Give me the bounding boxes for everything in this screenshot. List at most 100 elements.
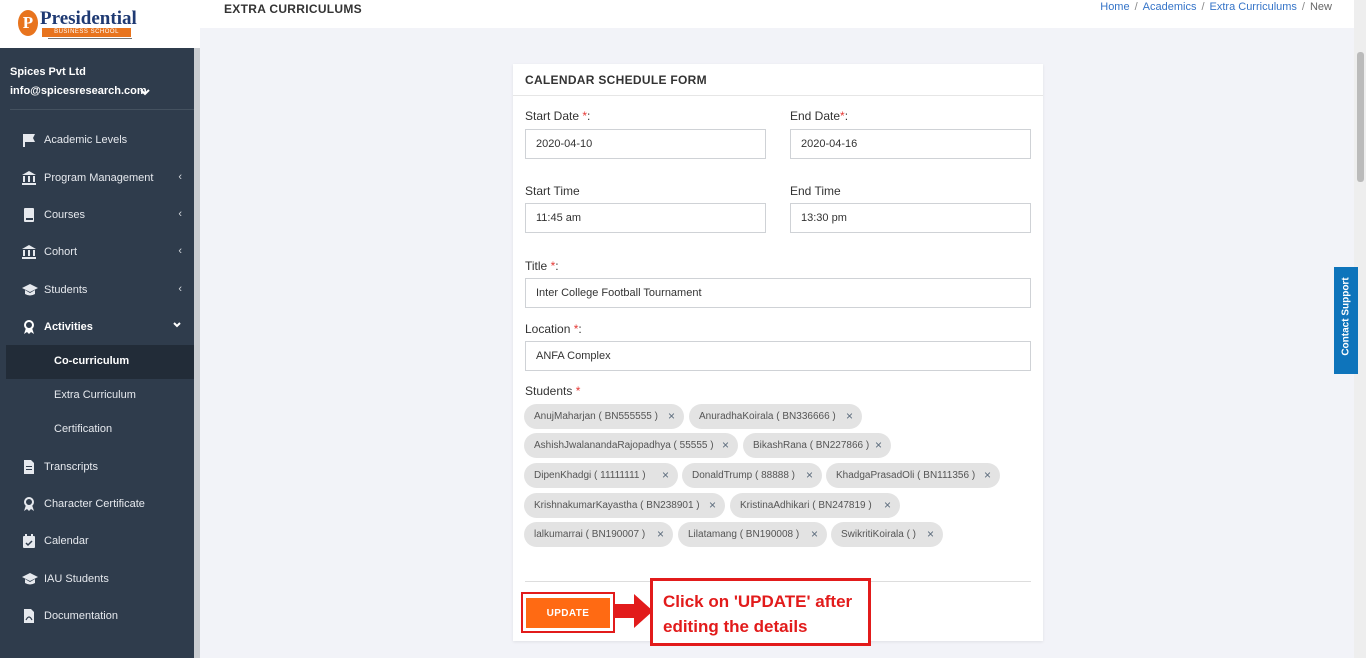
sidebar-subitem-certification[interactable]: Certification (6, 413, 194, 447)
student-tag-label: AnujMaharjan ( BN555555 ) (534, 411, 658, 422)
sidebar-item-iau-students[interactable]: IAU Students (6, 563, 194, 597)
sidebar-item-label: Activities (44, 321, 93, 333)
label-colon: : (587, 109, 591, 123)
award-icon (22, 497, 36, 511)
student-tag: KrishnakumarKayastha ( BN238901 ) × (524, 493, 725, 518)
chevron-left-icon: ‹ (178, 171, 182, 183)
students-label: Students * (525, 384, 580, 398)
chevron-left-icon: ‹ (178, 245, 182, 257)
sidebar-item-students[interactable]: Students ‹ (6, 274, 194, 308)
student-tag-label: AshishJwalanandaRajopadhya ( 55555 ) (534, 440, 714, 451)
breadcrumb-current: New (1309, 1, 1332, 13)
end-time-field[interactable] (790, 203, 1031, 233)
remove-tag-icon[interactable]: × (709, 493, 716, 518)
student-tag-label: SwikritiKoirala ( ) (841, 529, 917, 540)
logo-tagline (48, 38, 132, 43)
student-tag: Lilatamang ( BN190008 ) × (678, 522, 827, 547)
breadcrumb-extra-curriculums[interactable]: Extra Curriculums (1210, 1, 1297, 13)
student-tag: lalkumarrai ( BN190007 ) × (524, 522, 673, 547)
scrollbar-thumb[interactable] (1357, 52, 1364, 182)
sidebar-subitem-co-curriculum[interactable]: Co-curriculum (6, 345, 194, 379)
location-field[interactable] (525, 341, 1031, 371)
sidebar-item-cohort[interactable]: Cohort ‹ (6, 236, 194, 270)
remove-tag-icon[interactable]: × (846, 404, 853, 429)
sidebar-item-label: Transcripts (44, 461, 98, 473)
student-tag: BikashRana ( BN227866 ) × (743, 433, 891, 458)
student-tag-label: KrishnakumarKayastha ( BN238901 ) (534, 500, 700, 511)
start-time-field[interactable] (525, 203, 766, 233)
breadcrumb-academics[interactable]: Academics (1143, 1, 1197, 13)
sidebar-item-program-management[interactable]: Program Management ‹ (6, 162, 194, 196)
student-tag: AnujMaharjan ( BN555555 ) × (524, 404, 684, 429)
breadcrumb-separator: / (1134, 1, 1138, 13)
chevron-down-icon (172, 320, 182, 333)
student-tag: SwikritiKoirala ( ) × (831, 522, 943, 547)
page-header: EXTRA CURRICULUMS Home / Academics / Extra C… (200, 0, 1354, 28)
location-label-text: Location (525, 322, 574, 336)
sidebar-item-label: Courses (44, 209, 85, 221)
flag-icon (22, 133, 36, 147)
sidebar-subitem-label: Co-curriculum (54, 355, 130, 367)
annotation-text: Click on 'UPDATE' after editing the deta… (663, 592, 853, 636)
logo-subtitle: BUSINESS SCHOOL (42, 28, 131, 37)
sidebar-item-label: Students (44, 284, 88, 296)
institution-icon (22, 245, 36, 259)
start-date-label-text: Start Date (525, 109, 583, 123)
remove-tag-icon[interactable]: × (806, 463, 813, 488)
remove-tag-icon[interactable]: × (657, 522, 664, 547)
sidebar-subitem-extra-curriculum[interactable]: Extra Curriculum (6, 379, 194, 413)
title-field[interactable] (525, 278, 1031, 308)
sidebar-item-academic-levels[interactable]: Academic Levels (6, 124, 194, 158)
student-tag-label: AnuradhaKoirala ( BN336666 ) (699, 411, 836, 422)
calendar-check-icon (22, 534, 36, 548)
sidebar-item-calendar[interactable]: Calendar (6, 525, 194, 559)
book-icon (22, 208, 36, 222)
user-email: info@spicesresearch.com (10, 85, 147, 97)
student-tag-label: KhadgaPrasadOli ( BN111356 ) (836, 470, 976, 481)
sidebar-item-documentation[interactable]: Documentation (6, 600, 194, 634)
student-tag: DonaldTrump ( 88888 ) × (682, 463, 822, 488)
breadcrumb-home[interactable]: Home (1100, 1, 1129, 13)
sidebar-item-courses[interactable]: Courses ‹ (6, 199, 194, 233)
label-colon: : (844, 109, 849, 123)
logo[interactable]: P Presidential BUSINESS SCHOOL (0, 0, 200, 48)
sidebar-subitem-label: Certification (54, 423, 113, 435)
remove-tag-icon[interactable]: × (668, 404, 675, 429)
sidebar: P Presidential BUSINESS SCHOOL Spices Pv… (0, 0, 200, 658)
remove-tag-icon[interactable]: × (875, 433, 882, 458)
sidebar-item-label: Academic Levels (44, 134, 128, 146)
sidebar-item-activities[interactable]: Activities (6, 311, 194, 345)
sidebar-item-character-certificate[interactable]: Character Certificate (6, 488, 194, 522)
contact-support-button[interactable]: Contact Support (1334, 267, 1358, 374)
update-button[interactable]: UPDATE (526, 598, 610, 628)
chevron-left-icon: ‹ (178, 283, 182, 295)
start-date-label: Start Date *: (525, 109, 590, 123)
start-date-field[interactable] (525, 129, 766, 159)
sidebar-item-label: Program Management (44, 172, 154, 184)
title-label-text: Title (525, 259, 551, 273)
remove-tag-icon[interactable]: × (884, 493, 891, 518)
remove-tag-icon[interactable]: × (722, 433, 729, 458)
end-date-field[interactable] (790, 129, 1031, 159)
user-profile[interactable]: Spices Pvt Ltd info@spicesresearch.com (10, 66, 194, 110)
student-tag-label: DonaldTrump ( 88888 ) (692, 470, 796, 481)
remove-tag-icon[interactable]: × (984, 463, 991, 488)
breadcrumb-separator: / (1201, 1, 1205, 13)
logo-name: Presidential (40, 8, 137, 29)
annotation-arrow (613, 594, 653, 628)
sidebar-item-label: Documentation (44, 610, 118, 622)
student-tag-label: KristinaAdhikari ( BN247819 ) (740, 500, 872, 511)
chevron-down-icon[interactable] (139, 86, 151, 101)
sidebar-item-transcripts[interactable]: Transcripts (6, 451, 194, 485)
form-title: CALENDAR SCHEDULE FORM (525, 73, 707, 87)
remove-tag-icon[interactable]: × (927, 522, 934, 547)
sidebar-item-label: Calendar (44, 535, 89, 547)
required-mark: * (575, 384, 581, 398)
chevron-left-icon: ‹ (178, 208, 182, 220)
sidebar-item-label: IAU Students (44, 573, 109, 585)
end-time-label: End Time (790, 184, 841, 198)
remove-tag-icon[interactable]: × (811, 522, 818, 547)
sidebar-scrollbar[interactable] (194, 48, 200, 658)
pdf-file-icon (22, 609, 36, 623)
remove-tag-icon[interactable]: × (662, 463, 669, 488)
